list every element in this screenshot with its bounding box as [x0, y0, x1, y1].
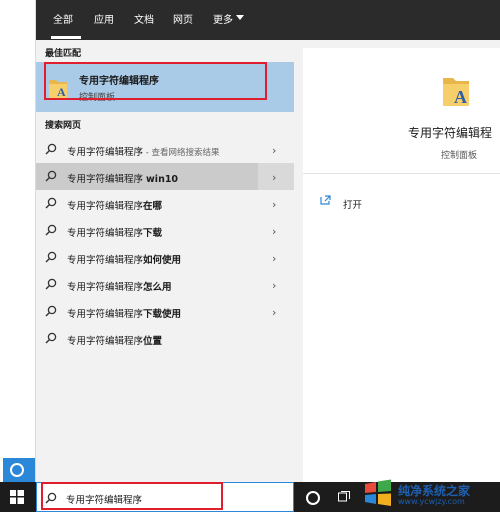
web-result-item[interactable]: 专用字符编辑程序下载使用 ›: [36, 298, 294, 325]
tab-web[interactable]: 网页: [173, 11, 193, 26]
web-result-label: 专用字符编辑程序怎么用: [67, 282, 172, 293]
web-result-label: 专用字符编辑程序位置: [67, 336, 163, 347]
web-result-item[interactable]: 专用字符编辑程序如何使用 ›: [36, 244, 294, 271]
chevron-right-icon[interactable]: ›: [272, 252, 276, 265]
search-icon: [45, 197, 57, 209]
web-result-label: 专用字符编辑程序 - 查看网络搜索结果: [67, 147, 220, 158]
search-icon: [45, 224, 57, 236]
web-result-item[interactable]: 专用字符编辑程序怎么用 ›: [36, 271, 294, 298]
search-icon: [45, 251, 57, 263]
best-match-heading: 最佳匹配: [45, 49, 82, 59]
open-action[interactable]: 打开: [343, 197, 362, 211]
cortana-icon[interactable]: [306, 491, 320, 505]
preview-subtitle: 控制面板: [441, 151, 478, 161]
search-icon: [45, 305, 57, 317]
watermark-logo: [365, 479, 391, 506]
chevron-right-icon[interactable]: ›: [272, 225, 276, 238]
search-icon: [45, 278, 57, 290]
web-result-item[interactable]: 专用字符编辑程序下载 ›: [36, 217, 294, 244]
desktop-background: [0, 0, 36, 482]
web-result-item[interactable]: 专用字符编辑程序在哪 ›: [36, 190, 294, 217]
search-icon: [45, 143, 57, 155]
tab-more[interactable]: 更多: [213, 11, 233, 26]
tab-apps[interactable]: 应用: [94, 11, 114, 26]
active-tab-indicator: [51, 36, 81, 39]
web-result-item[interactable]: 专用字符编辑程序 win10 ›: [36, 163, 294, 190]
cortana-button[interactable]: [3, 458, 35, 482]
web-search-heading: 搜索网页: [45, 121, 82, 131]
divider: [303, 173, 500, 174]
tab-all[interactable]: 全部: [53, 11, 73, 26]
web-result-label: 专用字符编辑程序 win10: [67, 174, 179, 185]
highlight-box: [41, 482, 223, 510]
web-result-item[interactable]: 专用字符编辑程序位置: [36, 325, 294, 352]
chevron-right-icon[interactable]: ›: [272, 279, 276, 292]
windows-start-icon[interactable]: [10, 490, 24, 504]
results-column: 最佳匹配 A 专用字符编辑程序 控制面板 搜索网页 专用字符编辑程序 - 查看网…: [36, 40, 294, 482]
search-panel: 全部 应用 文档 网页 更多 最佳匹配 A 专用字符编辑程序 控制面板 搜索网页…: [36, 0, 500, 482]
chevron-down-icon: [236, 15, 244, 20]
task-view-icon[interactable]: [338, 491, 350, 503]
search-icon: [45, 170, 57, 182]
chevron-right-icon[interactable]: ›: [272, 144, 276, 157]
web-result-item[interactable]: 专用字符编辑程序 - 查看网络搜索结果 ›: [36, 136, 294, 163]
web-result-label: 专用字符编辑程序下载: [67, 228, 163, 239]
chevron-right-icon[interactable]: ›: [272, 306, 276, 319]
preview-pane: A 专用字符编辑程 控制面板 打开: [303, 48, 500, 482]
tab-documents[interactable]: 文档: [134, 11, 154, 26]
web-result-label: 专用字符编辑程序如何使用: [67, 255, 182, 266]
search-filter-tabs: 全部 应用 文档 网页 更多: [36, 0, 500, 40]
open-icon: [320, 195, 331, 205]
chevron-right-icon[interactable]: ›: [272, 198, 276, 211]
highlight-box: [44, 62, 267, 100]
chevron-right-icon[interactable]: ›: [272, 171, 276, 184]
font-folder-icon: A: [443, 78, 469, 107]
cortana-icon: [10, 463, 24, 477]
web-result-label: 专用字符编辑程序下载使用: [67, 309, 182, 320]
web-result-label: 专用字符编辑程序在哪: [67, 201, 163, 212]
search-icon: [45, 332, 57, 344]
watermark-url: www.ycwjzy.com: [398, 497, 465, 506]
svg-text:A: A: [454, 87, 467, 107]
preview-title: 专用字符编辑程: [408, 126, 493, 140]
